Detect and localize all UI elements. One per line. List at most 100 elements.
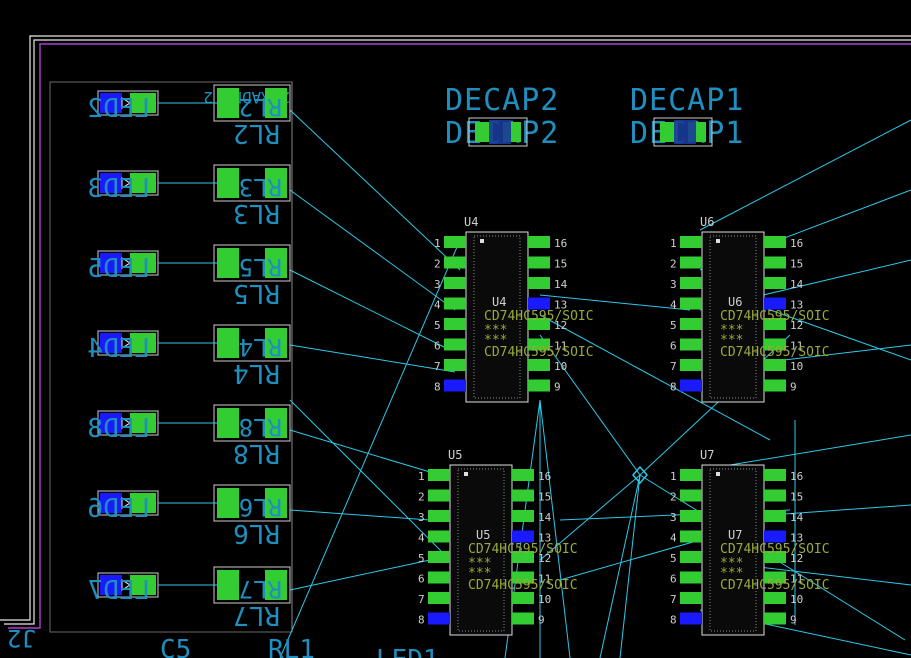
pin-number: 5 [434, 319, 441, 332]
relay-row-RL6[interactable]: LED6 RL6RL6 [87, 484, 291, 548]
decap-1[interactable]: DECAP2DECAP2 [445, 83, 559, 151]
pin-number: 2 [670, 258, 677, 271]
ic-pad-left [680, 236, 702, 248]
ic-pad-right [512, 469, 534, 481]
decap-pad-blue [489, 120, 511, 144]
ic-U6[interactable]: 1 162 153 144 135 126 117 108 9U6U6CD74HC595/SOI… [670, 215, 830, 403]
pin-number: 2 [418, 491, 425, 504]
pin-number: 8 [418, 614, 425, 627]
pin-number: 14 [538, 511, 552, 524]
pin-number: 16 [554, 237, 567, 250]
ic-U5[interactable]: 1 162 153 144 135 126 117 108 9U5U5CD74HC595/SOI… [418, 448, 578, 636]
relay-row-RL5[interactable]: LED5 RL5RL5 [87, 244, 291, 308]
decap-2[interactable]: DECAP1DECAP1 [630, 83, 744, 151]
relay-ref-label: RL2 [233, 118, 280, 148]
ic-pad-right [764, 530, 786, 543]
ic-pad-left [680, 379, 702, 392]
pin-number: 9 [554, 381, 561, 394]
pcb-canvas[interactable]: 2 RADN1 2DECAP2DECAP2DECAP1DECAP1LED2RL2… [0, 0, 911, 658]
pin-number: 3 [418, 511, 425, 524]
relay-row-RL8[interactable]: LED8 RL8RL8 [87, 404, 291, 468]
led-ref-label: LED6 [87, 494, 150, 524]
ic-pad-right [764, 256, 786, 269]
decap-ref-label: DECAP2 [445, 83, 559, 118]
pin-number: 3 [670, 278, 677, 291]
pin-number: 8 [670, 381, 677, 394]
ic-pad-right [764, 379, 786, 392]
pin-number: 16 [790, 470, 803, 483]
led-ref-label: LED3 [87, 174, 150, 204]
ic-U4[interactable]: 1 162 153 144 135 126 117 108 9U4U4CD74HC595/SOI… [434, 215, 594, 403]
pin-number: 7 [670, 593, 677, 606]
ic-pad-left [444, 256, 466, 269]
pin-number: 16 [790, 237, 803, 250]
pin-number: 5 [670, 319, 677, 332]
relay-pad [217, 88, 239, 118]
relay-ref-label: RL4 [233, 358, 280, 388]
ic-ref-label-inner: U7 [728, 528, 742, 542]
relay-pad [217, 488, 239, 518]
relay-ref-label-inner: RL5 [239, 253, 282, 281]
pin-number: 8 [670, 614, 677, 627]
relay-pad [217, 168, 239, 198]
ic-pad-left [680, 338, 702, 351]
pin-number: 8 [434, 381, 441, 394]
relay-row-RL4[interactable]: LED4 RL4RL4 [87, 324, 291, 388]
pin-number: 7 [418, 593, 425, 606]
ic-ref-label-inner: U5 [476, 528, 490, 542]
pin-number: 7 [670, 360, 677, 373]
led-ref-label: LED2 [87, 94, 150, 124]
pin-number: 7 [434, 360, 441, 373]
ic-part-label-2: CD74HC595/SOIC [720, 345, 830, 360]
ratsnest-line [289, 189, 456, 311]
ic-pad-right [764, 612, 786, 625]
ic-part-label-2: CD74HC595/SOIC [468, 578, 578, 593]
decap-ref-label: DECAP1 [630, 83, 744, 118]
ic-pad-right [764, 469, 786, 481]
pin-number: 3 [670, 511, 677, 524]
decap-pad-blue [674, 120, 696, 144]
pin1-dot-icon [480, 239, 484, 243]
ic-pad-right [764, 359, 786, 371]
led1-ref-label: LED1 [376, 645, 439, 658]
ic-pad-left [680, 318, 702, 330]
led-ref-label: LED4 [87, 334, 150, 364]
ic-pad-right [764, 297, 786, 310]
pin-number: 3 [434, 278, 441, 291]
ic-ref-label: U5 [448, 448, 462, 462]
ic-pad-right [512, 530, 534, 543]
pin-number: 6 [670, 573, 677, 586]
ic-part-label-2: CD74HC595/SOIC [484, 345, 594, 360]
relay-ref-label-inner: RL3 [239, 173, 282, 201]
relay-ref-label: RL3 [233, 198, 280, 228]
relay-ref-label-inner: RL4 [239, 333, 282, 361]
ic-pad-right [528, 297, 550, 310]
ic-ref-label: U4 [464, 215, 478, 229]
pin-number: 5 [670, 552, 677, 565]
relay-row-RL7[interactable]: LED7 RL7RL7 [87, 566, 291, 630]
pin-number: 15 [538, 491, 551, 504]
ic-pad-left [444, 236, 466, 248]
ic-pad-left [680, 592, 702, 604]
ic-pad-left [428, 571, 450, 584]
relay-ref-label-inner: RL6 [239, 493, 282, 521]
ic-pad-right [528, 379, 550, 392]
ic-U7[interactable]: 1 162 153 144 135 126 117 108 9U7U7CD74HC595/SOI… [670, 448, 830, 636]
relay-pad [217, 328, 239, 358]
relay-pad [217, 248, 239, 278]
relay-ref-label-inner: RL2 [239, 93, 282, 121]
relay-ref-label-inner: RL7 [239, 575, 282, 603]
j2-ref-label: J2 [7, 624, 36, 652]
pin-number: 2 [670, 491, 677, 504]
pin-number: 4 [670, 532, 677, 545]
led-ref-label: LED7 [87, 576, 150, 606]
ratsnest-line [289, 269, 451, 351]
pin-number: 6 [434, 340, 441, 353]
ic-pad-left [680, 551, 702, 563]
pin-number: 1 [434, 237, 441, 250]
ratsnest-line [289, 344, 456, 373]
ic-pad-left [680, 612, 702, 625]
relay-row-RL3[interactable]: LED3 RL3RL3 [87, 164, 291, 228]
relay-row-RL2[interactable]: LED2 RL2RL2 [87, 84, 291, 148]
ic-pad-left [444, 359, 466, 371]
